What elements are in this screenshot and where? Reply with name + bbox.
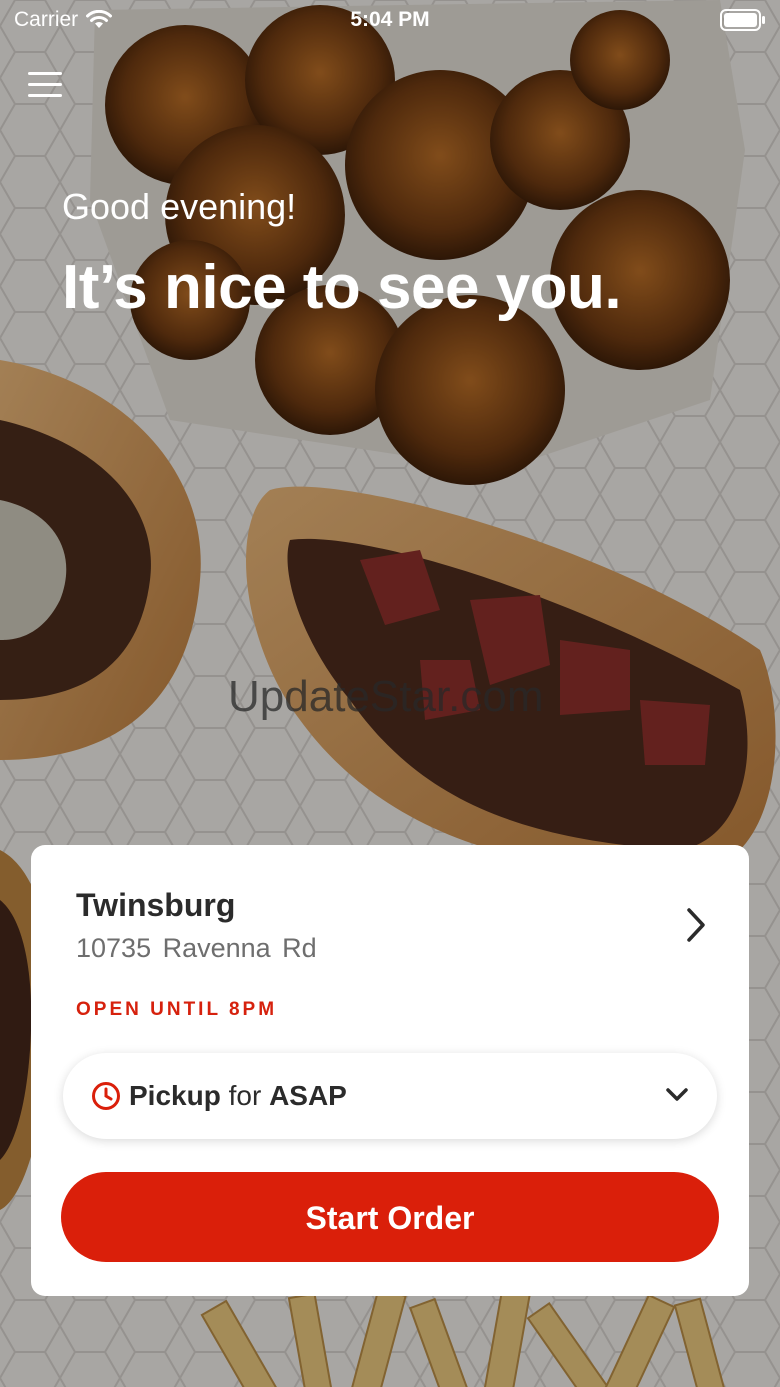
- store-address[interactable]: 10735 Ravenna Rd: [76, 933, 317, 964]
- clock-icon: [92, 1082, 120, 1110]
- order-connector: for: [228, 1080, 262, 1111]
- hamburger-menu-icon[interactable]: [28, 72, 62, 106]
- home-screen: Carrier 5:04 PM Good evening! It’s nice …: [0, 0, 780, 1387]
- order-mode: Pickup: [129, 1080, 221, 1111]
- store-card: Twinsburg 10735 Ravenna Rd OPEN UNTIL 8P…: [31, 845, 749, 1296]
- store-name[interactable]: Twinsburg: [76, 887, 235, 924]
- order-time: ASAP: [269, 1080, 347, 1111]
- headline-text: It’s nice to see you.: [62, 253, 622, 322]
- chevron-right-icon[interactable]: [683, 907, 709, 943]
- watermark-text: UpdateStar.com: [228, 672, 544, 721]
- start-order-button[interactable]: Start Order: [61, 1172, 719, 1262]
- order-type-selector[interactable]: Pickup for ASAP: [63, 1053, 717, 1139]
- chevron-down-icon[interactable]: [665, 1087, 689, 1103]
- battery-icon: [720, 9, 765, 31]
- status-time: 5:04 PM: [350, 8, 430, 31]
- order-type-text: Pickup for ASAP: [129, 1080, 347, 1112]
- status-bar: Carrier 5:04 PM: [0, 0, 780, 40]
- open-status-label: OPEN UNTIL 8PM: [76, 999, 278, 1020]
- greeting-text: Good evening!: [62, 186, 297, 227]
